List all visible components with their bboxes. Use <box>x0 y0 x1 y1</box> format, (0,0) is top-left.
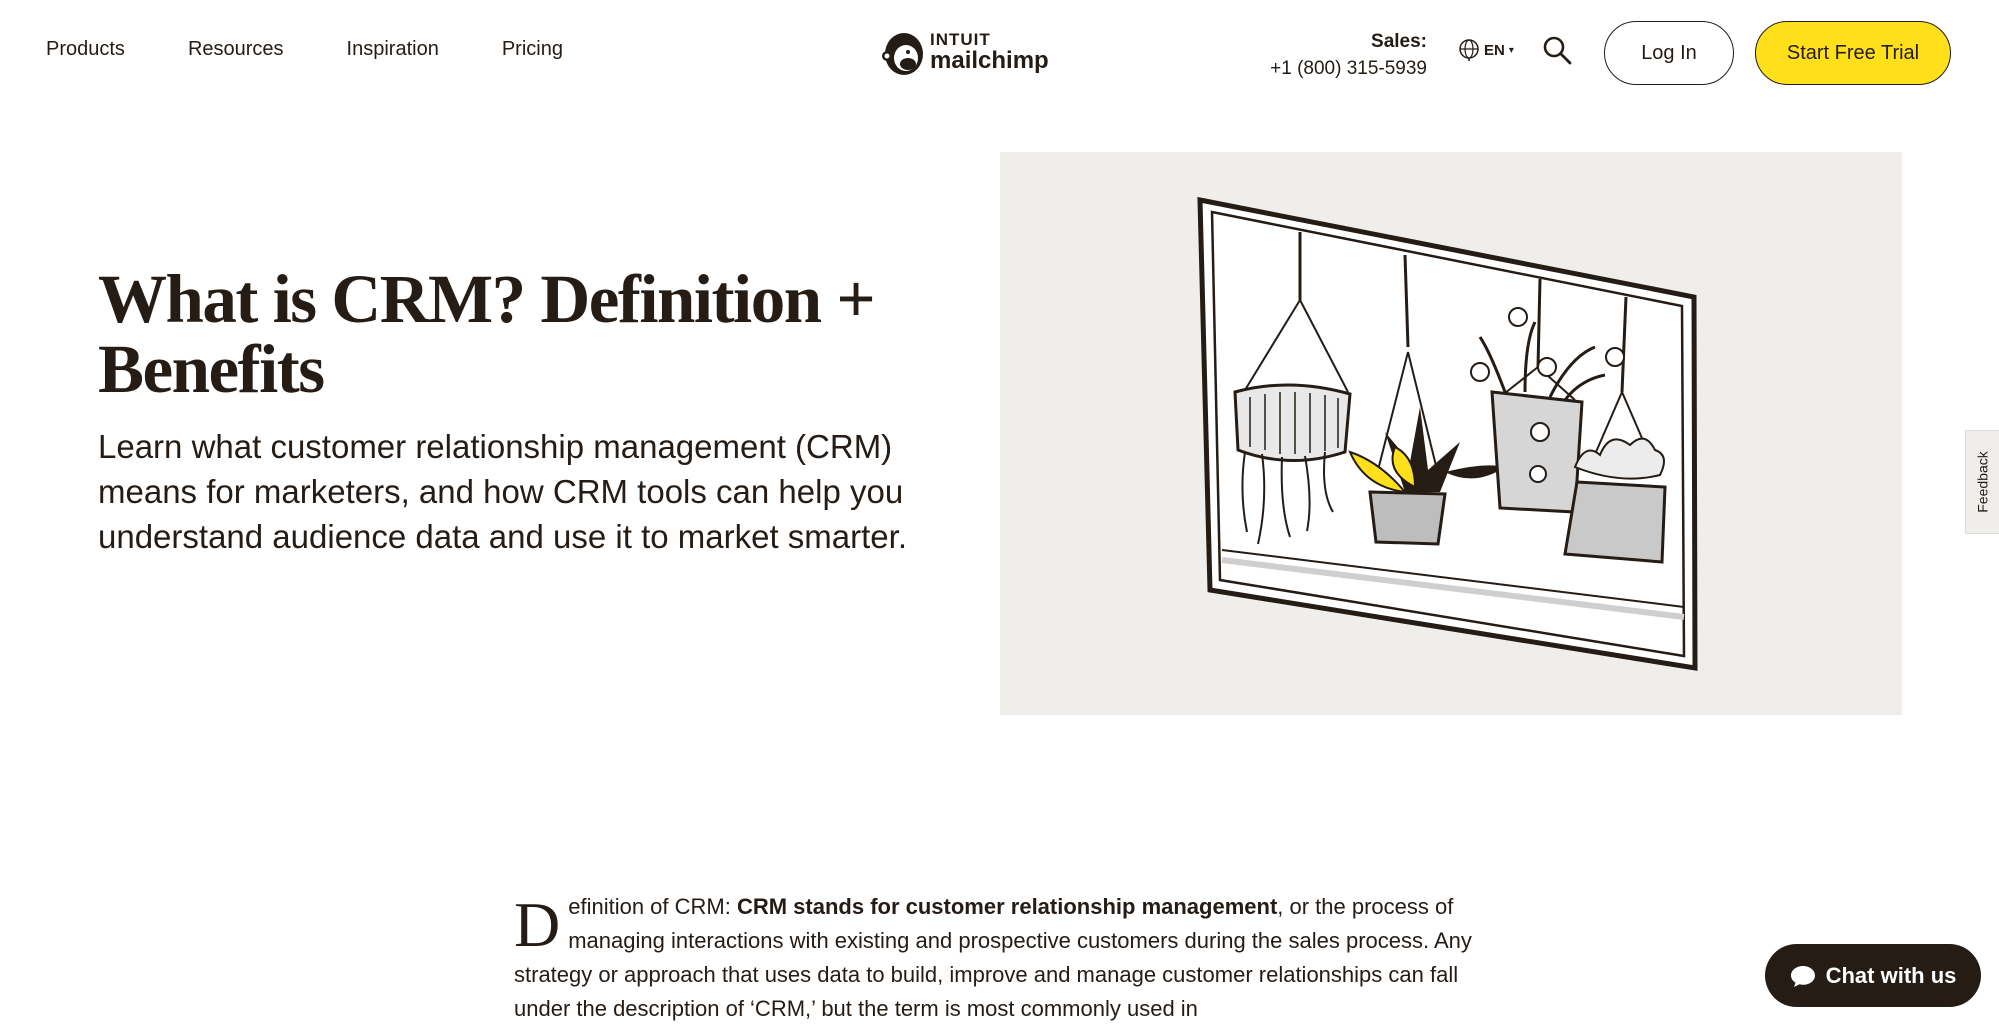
intro-text-bold: CRM stands for customer relationship man… <box>736 894 1278 919</box>
start-free-trial-button[interactable]: Start Free Trial <box>1755 21 1951 85</box>
chat-label: Chat with us <box>1825 962 1957 988</box>
sales-phone[interactable]: +1 (800) 315-5939 <box>1270 55 1427 82</box>
feedback-label: Feedback <box>1974 451 1991 513</box>
globe-icon <box>1459 39 1479 61</box>
chevron-down-icon: ▾ <box>1508 44 1514 56</box>
main-nav: Products Resources Inspiration Pricing <box>46 38 626 61</box>
chat-bubble-icon <box>1790 965 1815 987</box>
freddie-logo-icon <box>882 33 923 75</box>
search-icon[interactable] <box>1541 34 1573 66</box>
feedback-tab[interactable]: Feedback <box>1965 430 1999 534</box>
page-title: What is CRM? Definition + Benefits <box>98 261 876 407</box>
nav-resources[interactable]: Resources <box>188 38 284 61</box>
page-subtitle: Learn what customer relationship managem… <box>98 428 907 555</box>
nav-products[interactable]: Products <box>46 38 125 61</box>
login-button[interactable]: Log In <box>1604 21 1734 85</box>
logo-brand-text: mailchimp <box>930 47 1049 74</box>
hero-illustration <box>1000 152 1902 715</box>
article-intro: D efinition of CRM: CRM stands for custo… <box>514 890 1494 1026</box>
nav-pricing[interactable]: Pricing <box>502 38 563 61</box>
nav-inspiration[interactable]: Inspiration <box>347 38 439 61</box>
language-selector[interactable]: EN ▾ <box>1458 38 1514 62</box>
chat-with-us-button[interactable]: Chat with us <box>1765 944 1981 1007</box>
hanging-plants-illustration <box>1197 196 1698 671</box>
language-code: EN <box>1484 41 1505 59</box>
dropcap-letter: D <box>514 889 561 960</box>
sales-label: Sales: <box>1371 31 1427 52</box>
intuit-mailchimp-logo[interactable]: INTUIT mailchimp <box>878 26 1049 78</box>
sales-contact: Sales: +1 (800) 315-5939 <box>1270 28 1427 82</box>
logo-intuit-text: INTUIT <box>930 30 991 49</box>
site-header: Products Resources Inspiration Pricing I… <box>0 0 1999 106</box>
intro-text-start: efinition of CRM: <box>568 894 737 919</box>
